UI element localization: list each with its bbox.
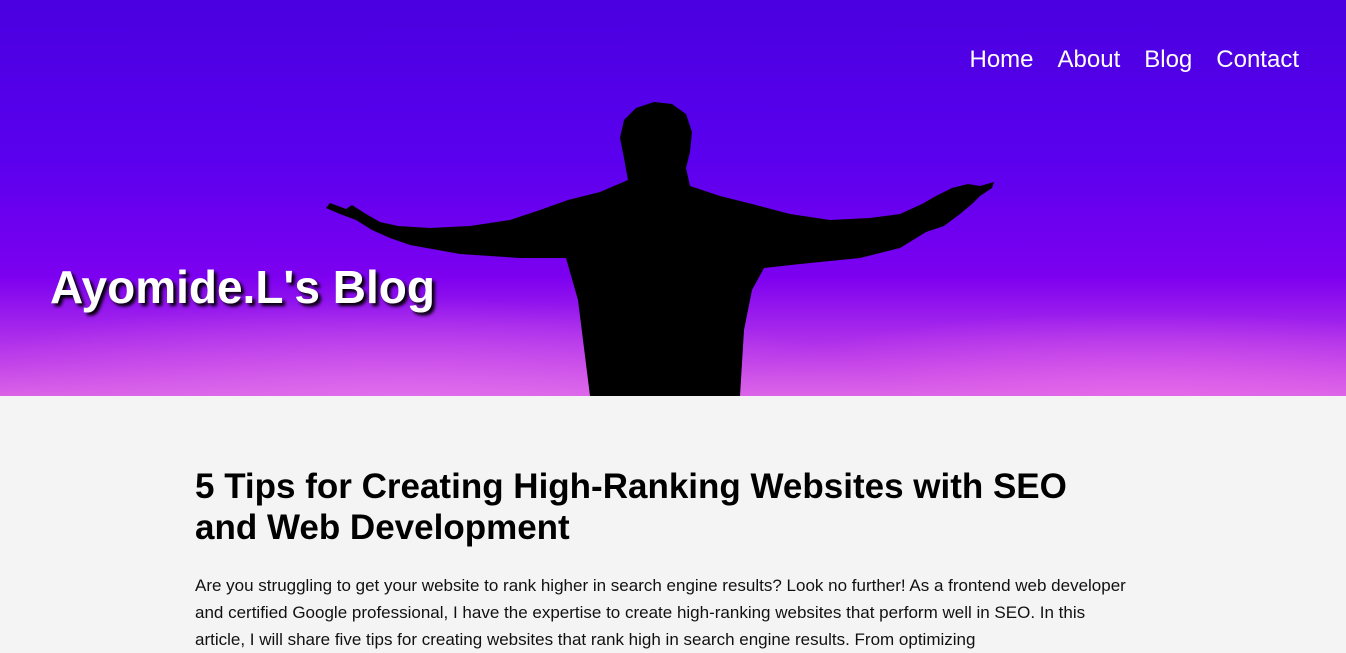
article: 5 Tips for Creating High-Ranking Website… — [195, 466, 1135, 653]
nav-link-blog[interactable]: Blog — [1144, 45, 1192, 75]
nav-link-about[interactable]: About — [1058, 45, 1121, 75]
hero-banner: Home About Blog Contact Ayomide.L's Blog — [0, 0, 1346, 396]
nav-link-home[interactable]: Home — [969, 45, 1033, 75]
site-title: Ayomide.L's Blog — [50, 261, 435, 313]
article-title: 5 Tips for Creating High-Ranking Website… — [195, 467, 1067, 547]
main-nav: Home About Blog Contact — [969, 45, 1299, 75]
nav-link-contact[interactable]: Contact — [1216, 45, 1299, 75]
article-intro-paragraph: Are you struggling to get your website t… — [195, 576, 1126, 649]
